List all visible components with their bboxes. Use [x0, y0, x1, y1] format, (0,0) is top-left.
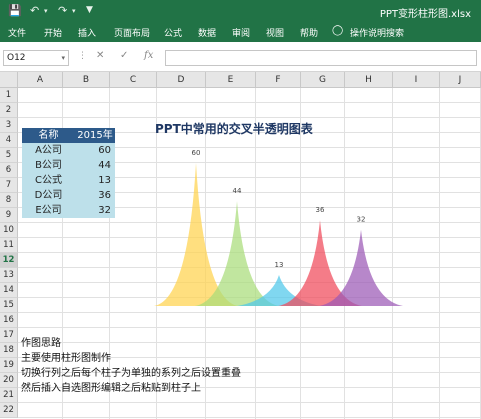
data-label: 36 — [316, 206, 325, 214]
data-label: 44 — [233, 187, 242, 195]
data-label: 13 — [275, 261, 284, 269]
data-label: 60 — [192, 149, 201, 157]
data-label: 32 — [357, 216, 366, 224]
chart-area[interactable]: 60 44 13 36 32 — [0, 0, 481, 419]
